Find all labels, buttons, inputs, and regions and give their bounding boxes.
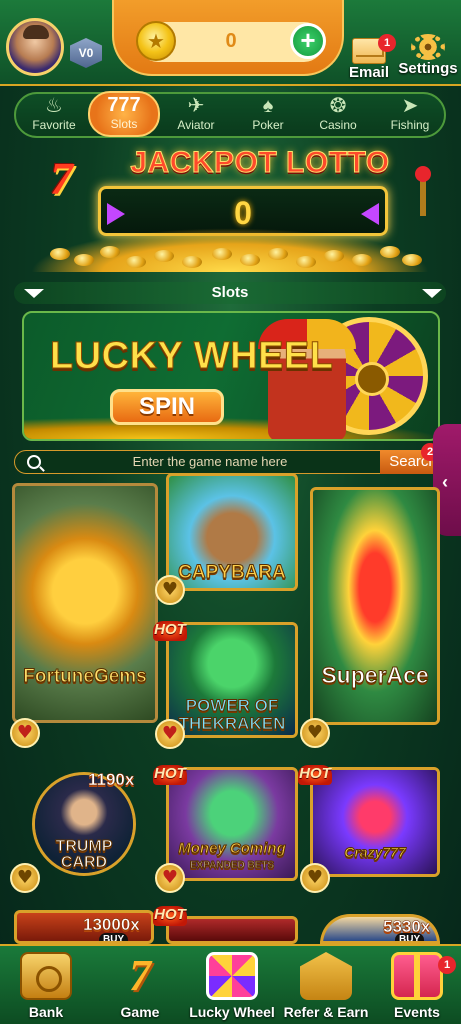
game-title: Money Coming <box>178 840 287 858</box>
search-input[interactable] <box>55 451 365 472</box>
avatar[interactable] <box>6 18 64 76</box>
rocket-icon: ✈ <box>187 95 205 117</box>
refer-envelope-icon <box>300 952 352 1000</box>
game-title: TRUMP CARD <box>55 838 113 871</box>
heart-icon[interactable]: ♥ <box>155 863 185 893</box>
hot-badge: HOT <box>153 765 187 785</box>
spin-button[interactable]: SPIN <box>110 389 224 425</box>
game-subtitle: EXPANDED BETS <box>189 860 275 872</box>
gift-icon <box>391 952 443 1000</box>
flame-icon: ♨ <box>45 95 63 117</box>
game-title: Crazy777 <box>344 844 407 861</box>
game-tile-super-ace[interactable]: SuperAce <box>310 487 440 725</box>
jackpot-value: 0 <box>234 195 252 231</box>
email-label: Email <box>348 64 390 81</box>
game-tile-partial[interactable]: 5330x BUY <box>320 914 440 944</box>
heart-icon[interactable]: ♥ <box>10 718 40 748</box>
tab-label: Aviator <box>177 118 215 132</box>
game-777-icon: 7 <box>129 951 151 1000</box>
game-tile-partial[interactable]: 13000x BUY <box>14 910 154 944</box>
search-icon <box>27 455 41 469</box>
balance-panel: ★ 0 + <box>112 0 344 76</box>
nav-label: Lucky Wheel <box>189 1004 275 1020</box>
hot-badge: HOT <box>153 906 187 926</box>
heart-icon[interactable]: ♥ <box>300 863 330 893</box>
section-header-slots[interactable]: Slots <box>14 282 446 304</box>
heart-icon[interactable]: ♥ <box>300 718 330 748</box>
multiplier-label: 1190x <box>88 770 135 790</box>
game-title: POWER OF THEKRAKEN <box>178 696 286 733</box>
multiplier-label: 13000x <box>83 915 140 935</box>
chevron-down-icon[interactable] <box>422 289 442 298</box>
search-bar: Search <box>14 450 446 474</box>
cards-icon: ♠ <box>262 95 274 117</box>
game-title: SuperAce <box>321 662 429 689</box>
hot-badge: HOT <box>153 621 187 641</box>
tab-poker[interactable]: ♠ Poker <box>232 94 304 136</box>
balance-value: 0 <box>225 30 237 52</box>
buy-tag: BUY <box>99 933 129 941</box>
nav-label: Refer & Earn <box>283 1004 369 1020</box>
fish-icon: ➤ <box>401 95 419 117</box>
lucky-wheel-banner[interactable]: LUCKY WHEEL SPIN <box>22 311 440 441</box>
nav-lucky-wheel[interactable]: Lucky Wheel <box>186 952 278 1024</box>
tab-label: Fishing <box>390 118 430 132</box>
tab-slots[interactable]: 777 Slots <box>88 91 160 137</box>
tab-casino[interactable]: ❂ Casino <box>302 94 374 136</box>
tab-label: Slots <box>110 117 138 131</box>
settings-button[interactable]: Settings <box>398 34 458 77</box>
game-tile-fortune-gems[interactable]: FortuneGems <box>12 483 158 723</box>
heart-icon[interactable]: ♥ <box>155 575 185 605</box>
tab-label: Favorite <box>32 118 76 132</box>
top-bar: V0 ★ 0 + 1 Email Settings <box>0 0 461 86</box>
roulette-icon: ❂ <box>329 95 347 117</box>
category-tabs: ♨ Favorite 777 Slots ✈ Aviator ♠ Poker ❂… <box>14 91 446 138</box>
chevron-left-icon: ‹ <box>442 472 448 492</box>
arrow-left-icon <box>361 203 379 225</box>
buy-tag: BUY <box>395 933 425 941</box>
nav-label: Bank <box>28 1004 64 1020</box>
banner-title: LUCKY WHEEL <box>49 335 334 378</box>
nav-game[interactable]: 7 Game <box>94 952 186 1024</box>
tab-label: Casino <box>319 118 357 132</box>
coin-pile-decoration <box>30 228 430 272</box>
tab-label: Poker <box>252 118 284 132</box>
tab-fishing[interactable]: ➤ Fishing <box>374 94 446 136</box>
nav-label: Events <box>394 1004 440 1020</box>
coin-icon: ★ <box>136 21 176 61</box>
slot-lever-icon <box>415 166 431 216</box>
nav-refer-earn[interactable]: Refer & Earn <box>280 952 372 1024</box>
game-tile-capybara[interactable]: CAPYBARA <box>166 473 298 591</box>
jackpot-panel: 7 JACKPOT LOTTO 0 <box>20 142 440 272</box>
jackpot-777-icon: 7 <box>50 153 73 204</box>
email-notification-badge: 1 <box>378 34 396 52</box>
nav-events[interactable]: 1 Events <box>374 952 460 1024</box>
add-funds-button[interactable]: + <box>290 23 326 59</box>
nav-bank[interactable]: Bank <box>0 952 92 1024</box>
balance-field: ★ 0 + <box>136 21 326 62</box>
tab-favorite[interactable]: ♨ Favorite <box>18 94 90 136</box>
hot-badge: HOT <box>298 765 332 785</box>
slots-777-icon: 777 <box>107 94 141 116</box>
game-tile-money-coming[interactable]: Money Coming EXPANDED BETS <box>166 767 298 881</box>
gear-icon <box>411 34 445 60</box>
events-notification-badge: 1 <box>438 956 456 974</box>
vip-badge[interactable]: V0 <box>70 38 102 68</box>
jackpot-title: JACKPOT LOTTO <box>130 146 390 180</box>
email-button[interactable]: 1 Email <box>340 34 398 81</box>
heart-icon[interactable]: ♥ <box>10 863 40 893</box>
game-title: FortuneGems <box>23 666 148 688</box>
lucky-wheel-icon <box>206 952 258 1000</box>
tab-aviator[interactable]: ✈ Aviator <box>160 94 232 136</box>
game-title: CAPYBARA <box>178 562 287 584</box>
nav-label: Game <box>120 1004 160 1020</box>
heart-icon[interactable]: ♥ <box>155 719 185 749</box>
bank-icon <box>20 952 72 1000</box>
settings-label: Settings <box>398 60 458 77</box>
bottom-navigation: Bank 7 Game Lucky Wheel Refer & Earn 1 E… <box>0 944 461 1024</box>
section-title: Slots <box>211 284 249 301</box>
